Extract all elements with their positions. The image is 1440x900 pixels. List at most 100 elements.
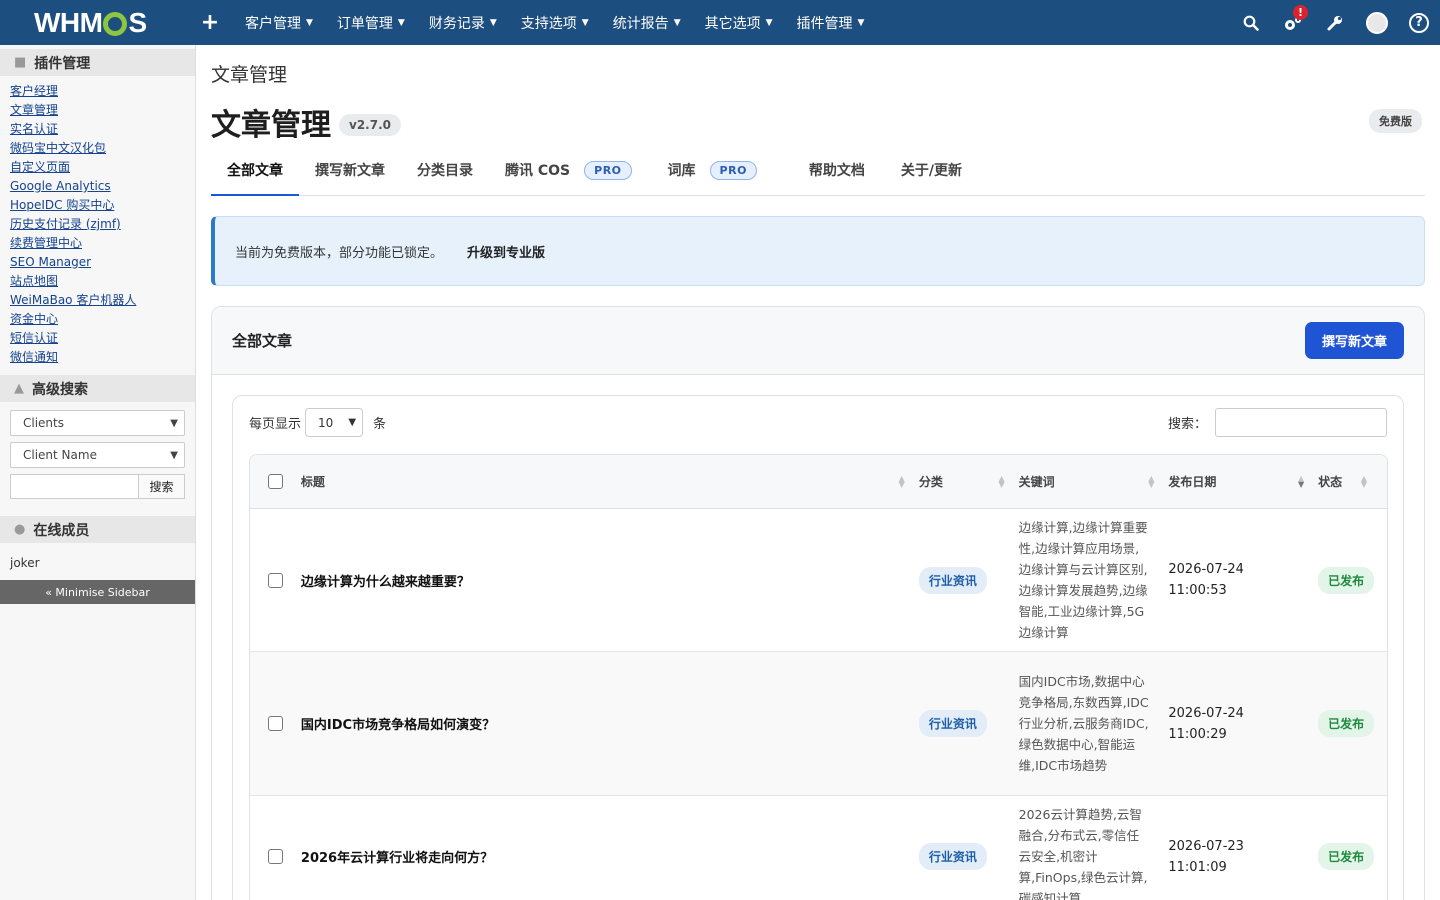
search-label: 搜索： [1167,417,1207,432]
tab-label: 词库 [667,163,696,179]
col-status[interactable]: 状态 ▲ ▼ [1318,473,1387,490]
articles-card: 全部文章 撰写新文章 每页显示 10 ▼ 条 搜索： 标题 ▲ ▼ 分类 ▲ ▼ 关键词 ▲… [211,306,1425,900]
help-label: ? [1409,12,1429,33]
sidebar-link[interactable]: 文章管理 [10,101,185,120]
tab-about-update[interactable]: 关于/更新 [881,145,978,195]
keywords-text: 2026云计算趋势,云智融合,分布式云,零信任云安全,机密计算,FinOps,绿… [1018,807,1148,900]
article-title[interactable]: 边缘计算为什么越来越重要？ [301,575,470,590]
table-header: 标题 ▲ ▼ 分类 ▲ ▼ 关键词 ▲ ▼ 发布日期 ▲ ▼ 状态 ▲ ▼ [250,455,1387,509]
menu-label: 支持选项 [520,15,577,32]
select-all-checkbox[interactable] [267,474,283,489]
menu-support[interactable]: 支持选项 ▼ [509,0,601,45]
tab-categories[interactable]: 分类目录 [401,145,489,195]
column-label: 分类 [918,475,943,489]
breadcrumb: 文章管理 [211,64,288,86]
sidebar-link[interactable]: 站点地图 [10,272,185,291]
minimise-sidebar-button[interactable]: « Minimise Sidebar [0,580,195,604]
add-new-icon[interactable]: + [195,10,225,35]
sidebar-link[interactable]: WeiMaBao 客户机器人 [10,291,185,310]
menu-addons[interactable]: 插件管理 ▼ [785,0,877,45]
row-checkbox[interactable] [267,716,283,731]
search-type-select[interactable]: Clients ▼ [10,410,185,436]
status-cell: 已发布 [1318,710,1387,737]
sidebar-link[interactable]: 自定义页面 [10,158,185,177]
col-date[interactable]: 发布日期 ▲ ▼ [1168,473,1318,490]
sidebar-link[interactable]: Google Analytics [10,177,185,196]
length-suffix: 条 [373,417,387,432]
tab-tencent-cos[interactable]: 腾讯 COS PRO [489,145,648,195]
sidebar-link[interactable]: 微码宝中文汉化包 [10,139,185,158]
tab-label: 分类目录 [417,163,473,179]
caret-down-icon: ▼ [397,17,405,28]
menu-orders[interactable]: 订单管理 ▼ [325,0,417,45]
menu-utilities[interactable]: 其它选项 ▼ [693,0,785,45]
help-icon[interactable]: ? [1398,0,1440,45]
row-checkbox[interactable] [267,572,283,588]
table-search-input[interactable] [1215,408,1387,437]
tab-thesaurus[interactable]: 词库 PRO [648,145,773,195]
user-avatar[interactable] [1356,0,1398,45]
table-search: 搜索： [1168,408,1387,437]
sidebar-link[interactable]: 客户经理 [10,82,185,101]
search-icon[interactable] [1230,0,1272,45]
whmcs-logo[interactable]: WHM S [0,0,195,45]
search-field-select[interactable]: Client Name ▼ [10,442,185,468]
alert-badge: ! [1293,5,1308,20]
page-length-select[interactable]: 10 ▼ [305,408,364,437]
binoculars-icon: ▲ [14,381,24,396]
new-article-button[interactable]: 撰写新文章 [1304,322,1404,359]
tab-all-articles[interactable]: 全部文章 [211,145,299,196]
addons-panel-header: ■ 插件管理 [0,49,195,76]
tab-new-article[interactable]: 撰写新文章 [299,145,401,195]
sidebar-search-input[interactable] [10,474,139,499]
publish-date: 2026-07-24 [1168,705,1244,721]
menu-billing[interactable]: 财务记录 ▼ [417,0,509,45]
category-cell: 行业资讯 [918,710,1019,737]
col-keywords[interactable]: 关键词 ▲ ▼ [1019,473,1169,490]
sidebar-link[interactable]: 短信认证 [10,329,185,348]
col-category[interactable]: 分类 ▲ ▼ [919,473,1019,490]
sidebar-link[interactable]: 续费管理中心 [10,234,185,253]
upgrade-link[interactable]: 升级到专业版 [467,242,545,261]
sidebar-link[interactable]: 历史支付记录 (zjmf) [10,215,185,234]
row-checkbox[interactable] [267,849,283,864]
category-badge: 行业资讯 [918,566,987,594]
automation-status-icon[interactable]: ! [1272,0,1314,45]
card-title: 全部文章 [232,332,293,350]
tab-help-docs[interactable]: 帮助文档 [773,145,881,195]
sidebar-link[interactable]: SEO Manager [10,253,185,272]
datatable-wrapper: 每页显示 10 ▼ 条 搜索： 标题 ▲ ▼ 分类 ▲ ▼ 关键词 ▲ ▼ 发布日期 ▲ ▼ 状态… [232,395,1404,900]
tab-bar: 全部文章 撰写新文章 分类目录 腾讯 COS PRO 词库 PRO 帮助文档 关于/… [211,145,1425,196]
article-title[interactable]: 国内IDC市场竞争格局如何演变？ [301,718,495,733]
menu-reports[interactable]: 统计报告 ▼ [601,0,693,45]
online-user[interactable]: joker [0,543,195,583]
articles-table: 标题 ▲ ▼ 分类 ▲ ▼ 关键词 ▲ ▼ 发布日期 ▲ ▼ 状态 ▲ ▼ 边缘计算为什么越来越重要… [249,454,1388,900]
version-badge: v2.7.0 [339,114,401,136]
date-cell: 2026-07-23 11:01:09 [1168,836,1318,878]
advanced-search-header: ▲ 高级搜索 [0,375,195,402]
status-badge: 已发布 [1318,566,1375,594]
length-prefix: 每页显示 [249,417,302,432]
free-version-notice: 当前为免费版本，部分功能已锁定。 升级到专业版 [211,216,1425,286]
sort-icon: ▲ ▼ [998,473,1005,489]
online-title: 在线成员 [33,522,90,539]
col-title[interactable]: 标题 ▲ ▼ [301,473,919,490]
sidebar-search-button[interactable]: 搜索 [139,474,185,499]
publish-time: 11:00:29 [1168,726,1227,742]
addons-list: 客户经理 文章管理 实名认证 微码宝中文汉化包 自定义页面 Google Ana… [0,76,195,371]
gear-logo-icon [103,11,128,36]
article-title[interactable]: 2026年云计算行业将走向何方？ [301,851,493,866]
chevron-down-icon: ▼ [348,417,357,428]
notice-text: 当前为免费版本，部分功能已锁定。 [235,245,444,261]
sidebar-link[interactable]: HopeIDC 购买中心 [10,196,185,215]
caret-down-icon: ▼ [857,17,865,28]
wrench-icon[interactable] [1314,0,1356,45]
status-badge: 已发布 [1318,843,1375,870]
sidebar-link[interactable]: 资金中心 [10,310,185,329]
avatar [1366,11,1388,34]
sidebar-link[interactable]: 实名认证 [10,120,185,139]
sidebar-link[interactable]: 微信通知 [10,348,185,367]
users-icon: ● [14,522,26,537]
menu-clients[interactable]: 客户管理 ▼ [233,0,325,45]
publish-date: 2026-07-23 [1168,838,1244,854]
